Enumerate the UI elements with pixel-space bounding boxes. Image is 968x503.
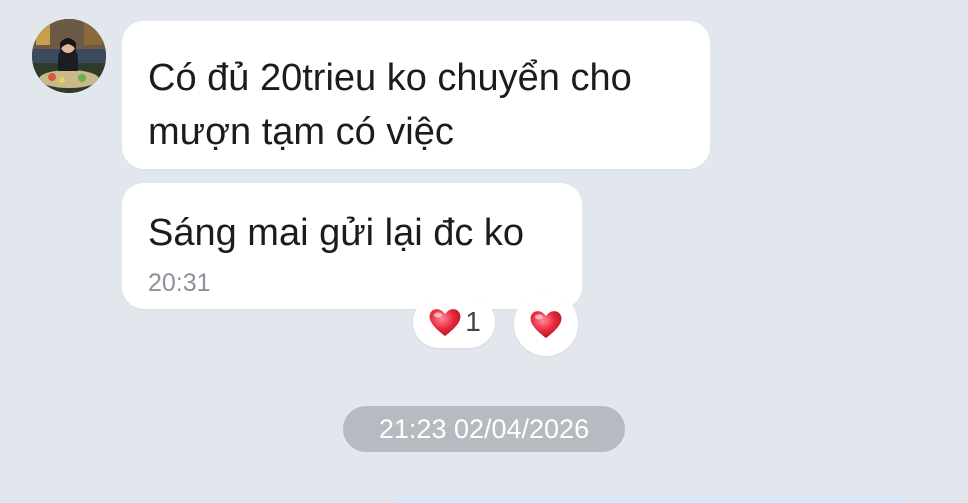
chat-view: Có đủ 20trieu ko chuyển cho mượn tạm có …: [0, 0, 968, 503]
message-text: Sáng mai gửi lại đc ko: [148, 212, 525, 254]
message-text: Có đủ 20trieu ko chuyển cho mượn tạm có …: [148, 57, 632, 153]
date-separator: 21:23 02/04/2026: [343, 406, 625, 452]
reaction-summary[interactable]: 1: [413, 296, 495, 348]
message-bubble[interactable]: Sáng mai gửi lại đc ko 20:31: [122, 183, 582, 309]
outgoing-message-bubble[interactable]: [390, 497, 910, 503]
avatar-photo: [32, 19, 106, 93]
message-bubble[interactable]: Có đủ 20trieu ko chuyển cho mượn tạm có …: [122, 21, 710, 169]
reaction-count: 1: [465, 306, 481, 337]
add-reaction-button[interactable]: [514, 292, 578, 356]
heart-icon: [429, 309, 461, 336]
heart-icon: [530, 311, 562, 338]
sender-avatar[interactable]: [32, 19, 106, 93]
message-timestamp: 20:31: [148, 269, 211, 297]
